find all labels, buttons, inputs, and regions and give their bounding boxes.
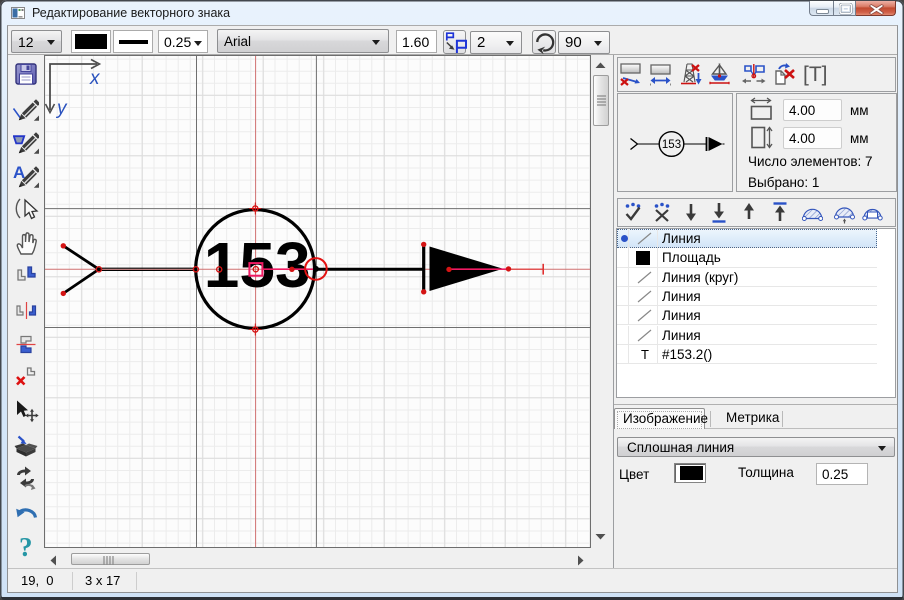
svg-text:x: x <box>89 68 101 89</box>
svg-text:y: y <box>55 98 68 119</box>
svg-text:153: 153 <box>662 139 681 151</box>
svg-text:153: 153 <box>204 229 311 301</box>
svg-text:[T]: [T] <box>803 63 826 86</box>
svg-text:?: ? <box>19 533 33 559</box>
